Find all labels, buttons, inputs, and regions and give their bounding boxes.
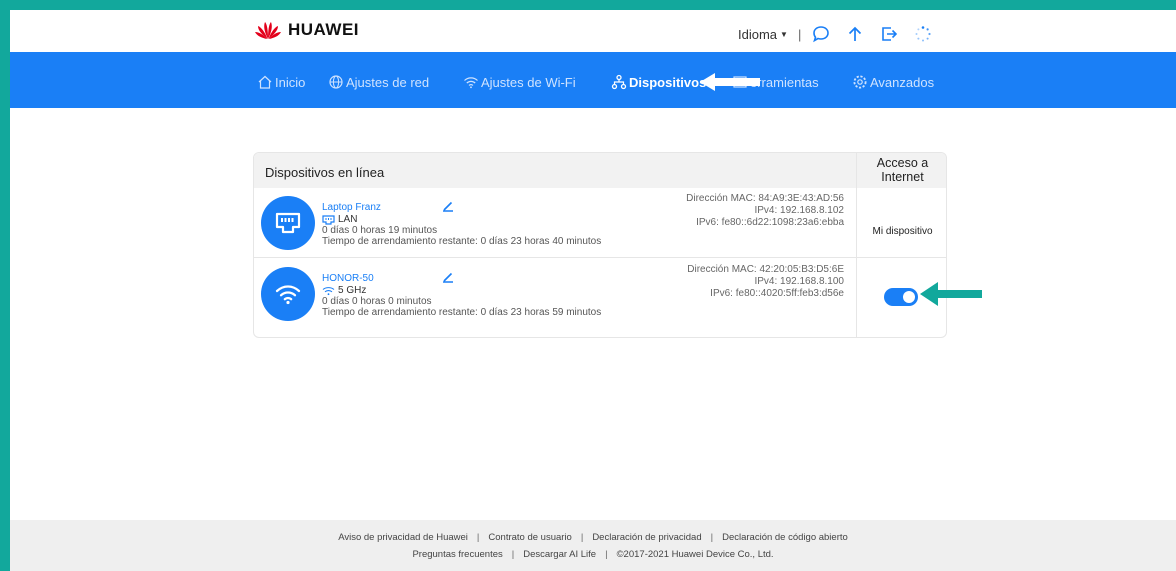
language-selector[interactable]: Idioma ▼ — [738, 27, 788, 42]
mac-address: Dirección MAC: 42:20:05:B3:D5:6E — [687, 264, 844, 275]
ethernet-icon — [275, 212, 301, 234]
my-device-label: Mi dispositivo — [872, 226, 933, 237]
connected-time: 0 días 0 horas 19 minutos — [322, 225, 438, 236]
nav-item-dispositivos[interactable]: Dispositivos — [611, 74, 706, 90]
upload-icon[interactable] — [845, 24, 865, 44]
device-row: HONOR-50 5 GHz 0 días 0 horas 0 minutos … — [254, 259, 946, 329]
logout-icon[interactable] — [879, 24, 899, 44]
footer-separator: | — [476, 532, 480, 543]
connection-label: LAN — [338, 214, 358, 225]
nav-label: Ajustes de Wi-Fi — [481, 74, 576, 90]
footer-separator: | — [710, 532, 714, 543]
nav-item-inicio[interactable]: Inicio — [257, 74, 305, 90]
device-addresses: Dirección MAC: 84:A9:3E:43:AD:56 IPv4: 1… — [644, 193, 844, 229]
nav-label: Avanzados — [870, 74, 935, 90]
top-tools: Idioma ▼ | — [738, 24, 947, 44]
home-icon — [258, 75, 272, 89]
footer-link-download-ai-life[interactable]: Descargar AI Life — [523, 549, 596, 560]
lease-remaining: Tiempo de arrendamiento restante: 0 días… — [322, 236, 602, 247]
footer-separator: | — [580, 532, 584, 543]
footer: Aviso de privacidad de Huawei | Contrato d… — [10, 520, 1176, 571]
device-name-link[interactable]: Laptop Franz — [322, 202, 381, 213]
footer-separator: | — [605, 549, 608, 560]
router-web-ui: HUAWEI Idioma ▼ | Inicio Ajustes de red … — [10, 10, 1176, 571]
panel-header: Dispositivos en línea — [254, 153, 946, 188]
lease-remaining: Tiempo de arrendamiento restante: 0 días… — [322, 307, 602, 318]
connected-time: 0 días 0 horas 0 minutos — [322, 296, 432, 307]
wifi-icon — [275, 285, 301, 305]
device-connection: 5 GHz — [322, 285, 366, 296]
footer-link-privacy-statement[interactable]: Declaración de privacidad — [592, 532, 701, 543]
annotation-arrow-white — [700, 73, 760, 91]
lan-icon — [322, 214, 335, 225]
devices-icon — [611, 74, 627, 90]
nav-item-avanzados[interactable]: Avanzados — [852, 74, 934, 90]
caret-down-icon: ▼ — [780, 29, 788, 39]
globe-icon — [329, 75, 343, 89]
copyright: ©2017-2021 Huawei Device Co., Ltd. — [616, 549, 774, 560]
footer-link-user-agreement[interactable]: Contrato de usuario — [488, 532, 571, 543]
chat-icon[interactable] — [811, 24, 831, 44]
ipv4-address: IPv4: 192.168.8.102 — [754, 205, 844, 216]
footer-separator: | — [511, 549, 515, 560]
ipv6-address: IPv6: fe80::4020:5ff:feb3:d56e — [710, 288, 844, 299]
device-name-link[interactable]: HONOR-50 — [322, 273, 374, 284]
footer-link-privacy-notice[interactable]: Aviso de privacidad de Huawei — [338, 532, 468, 543]
annotation-arrow-teal — [920, 282, 982, 306]
nav-item-ajustes-red[interactable]: Ajustes de red — [328, 74, 429, 90]
nav-label: Inicio — [275, 74, 306, 90]
nav-item-ajustes-wifi[interactable]: Ajustes de Wi-Fi — [463, 74, 576, 90]
panel-title: Dispositivos en línea — [265, 165, 385, 180]
edit-pencil-icon[interactable] — [442, 271, 454, 283]
huawei-flower-icon — [255, 22, 281, 39]
footer-row-1: Aviso de privacidad de Huawei | Contrato d… — [10, 532, 1176, 543]
top-bar: HUAWEI Idioma ▼ | — [10, 10, 1176, 52]
wifi-small-icon — [322, 286, 335, 295]
main-nav: Inicio Ajustes de red Ajustes de Wi-Fi D… — [10, 52, 1176, 108]
internet-access-toggle[interactable] — [884, 288, 918, 306]
nav-label: Dispositivos — [629, 74, 707, 90]
gear-icon — [853, 75, 867, 89]
device-connection: LAN — [322, 214, 357, 225]
connection-label: 5 GHz — [338, 285, 367, 296]
divider: | — [797, 26, 802, 42]
nav-label: erramientas — [750, 74, 819, 90]
ipv6-address: IPv6: fe80::6d22:1098:23a6:ebba — [696, 217, 844, 228]
footer-link-open-source[interactable]: Declaración de código abierto — [722, 532, 848, 543]
mac-address: Dirección MAC: 84:A9:3E:43:AD:56 — [686, 193, 844, 204]
online-devices-panel: Dispositivos en línea Acceso a Internet … — [253, 152, 947, 338]
brand-name: HUAWEI — [288, 20, 359, 39]
device-avatar — [261, 196, 315, 250]
device-row: Laptop Franz LAN 0 días 0 horas 19 minut… — [254, 188, 946, 258]
ipv4-address: IPv4: 192.168.8.100 — [754, 276, 844, 287]
toggle-knob — [903, 291, 915, 303]
edit-pencil-icon[interactable] — [442, 200, 454, 212]
footer-link-faq[interactable]: Preguntas frecuentes — [412, 549, 502, 560]
huawei-logo[interactable]: HUAWEI — [254, 20, 359, 40]
language-label: Idioma — [738, 26, 778, 42]
device-avatar — [261, 267, 315, 321]
loading-spinner-icon — [913, 24, 933, 44]
internet-access-header: Acceso a Internet — [876, 156, 929, 184]
wifi-icon — [464, 77, 478, 89]
nav-label: Ajustes de red — [346, 74, 430, 90]
footer-row-2: Preguntas frecuentes | Descargar AI Life | ©… — [10, 549, 1176, 560]
device-addresses: Dirección MAC: 42:20:05:B3:D5:6E IPv4: 1… — [644, 264, 844, 300]
